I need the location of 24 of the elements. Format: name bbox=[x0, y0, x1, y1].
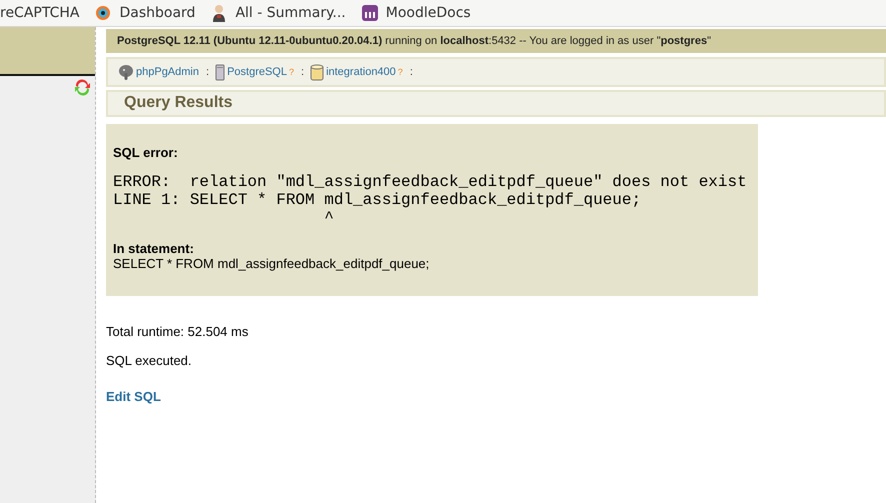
error-message-line: ERROR: relation "mdl_assignfeedback_editpdf_queue" does not exist bbox=[113, 173, 747, 191]
edit-sql-link[interactable]: Edit SQL bbox=[106, 389, 161, 404]
database-icon bbox=[310, 64, 324, 80]
separator: : bbox=[301, 66, 304, 78]
separator: : bbox=[206, 66, 210, 78]
runtime-text: Total runtime: 52.504 ms bbox=[106, 324, 250, 339]
bookmark-link[interactable]: Dashboard bbox=[95, 5, 196, 21]
refresh-icon[interactable] bbox=[74, 79, 91, 96]
bookmark-link[interactable]: All - Summary... bbox=[211, 4, 346, 22]
person-icon bbox=[211, 4, 228, 22]
error-heading: SQL error: bbox=[113, 145, 179, 160]
page-title: Query Results bbox=[106, 90, 886, 117]
error-message-line: LINE 1: SELECT * FROM mdl_assignfeedback_editpdf_queue; bbox=[113, 191, 642, 209]
statement-label: In statement: bbox=[113, 241, 195, 256]
breadcrumb-link[interactable]: phpPgAdmin bbox=[118, 64, 199, 80]
statement-text: SELECT * FROM mdl_assignfeedback_editpdf_queue; bbox=[113, 256, 430, 271]
server-icon bbox=[215, 64, 226, 80]
server-info-bar: PostgreSQL 12.11 (Ubuntu 12.11-0ubuntu0.20.04.1) running on localhost:5432 -- You are logged in as user "postgres" bbox=[106, 29, 886, 53]
bookmark-link[interactable]: MoodleDocs bbox=[362, 5, 471, 21]
separator: : bbox=[410, 66, 413, 78]
ring-icon bbox=[95, 5, 112, 21]
status-text: SQL executed. bbox=[106, 353, 193, 368]
bookmark-link[interactable]: reCAPTCHA bbox=[0, 5, 80, 21]
error-message-line: ^ bbox=[323, 209, 334, 227]
